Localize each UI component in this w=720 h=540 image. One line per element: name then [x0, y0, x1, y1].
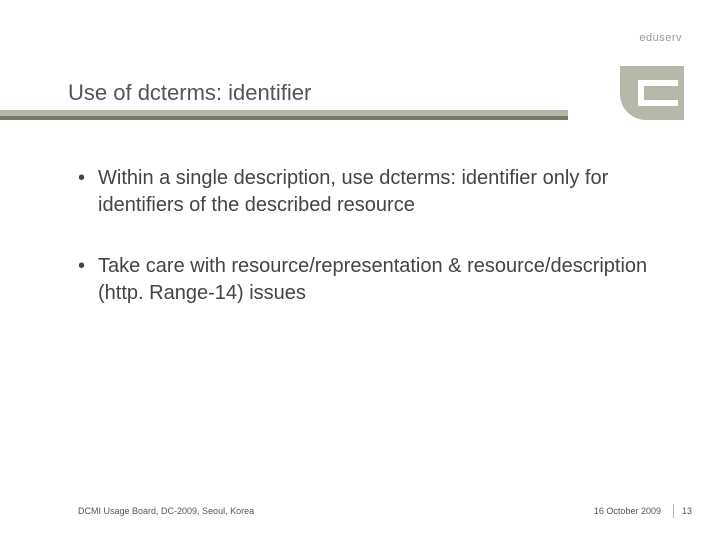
list-item: • Within a single description, use dcter…	[78, 165, 660, 219]
bullet-icon: •	[78, 253, 98, 307]
bullet-text: Within a single description, use dcterms…	[98, 165, 660, 219]
header-bar-dark-icon	[0, 116, 568, 120]
slide: eduserv Use of dcterms: identifier • Wit…	[0, 0, 720, 540]
page-number: 13	[682, 506, 692, 516]
slide-title: Use of dcterms: identifier	[68, 80, 311, 106]
content-area: • Within a single description, use dcter…	[78, 165, 660, 341]
bullet-icon: •	[78, 165, 98, 219]
list-item: • Take care with resource/representation…	[78, 253, 660, 307]
footer-date: 16 October 2009	[594, 506, 671, 516]
footer: DCMI Usage Board, DC-2009, Seoul, Korea …	[78, 504, 692, 518]
footer-separator-icon	[673, 504, 674, 518]
brand-label: eduserv	[639, 32, 682, 44]
brand-logo-icon	[620, 66, 684, 120]
bullet-text: Take care with resource/representation &…	[98, 253, 660, 307]
footer-left: DCMI Usage Board, DC-2009, Seoul, Korea	[78, 506, 594, 516]
